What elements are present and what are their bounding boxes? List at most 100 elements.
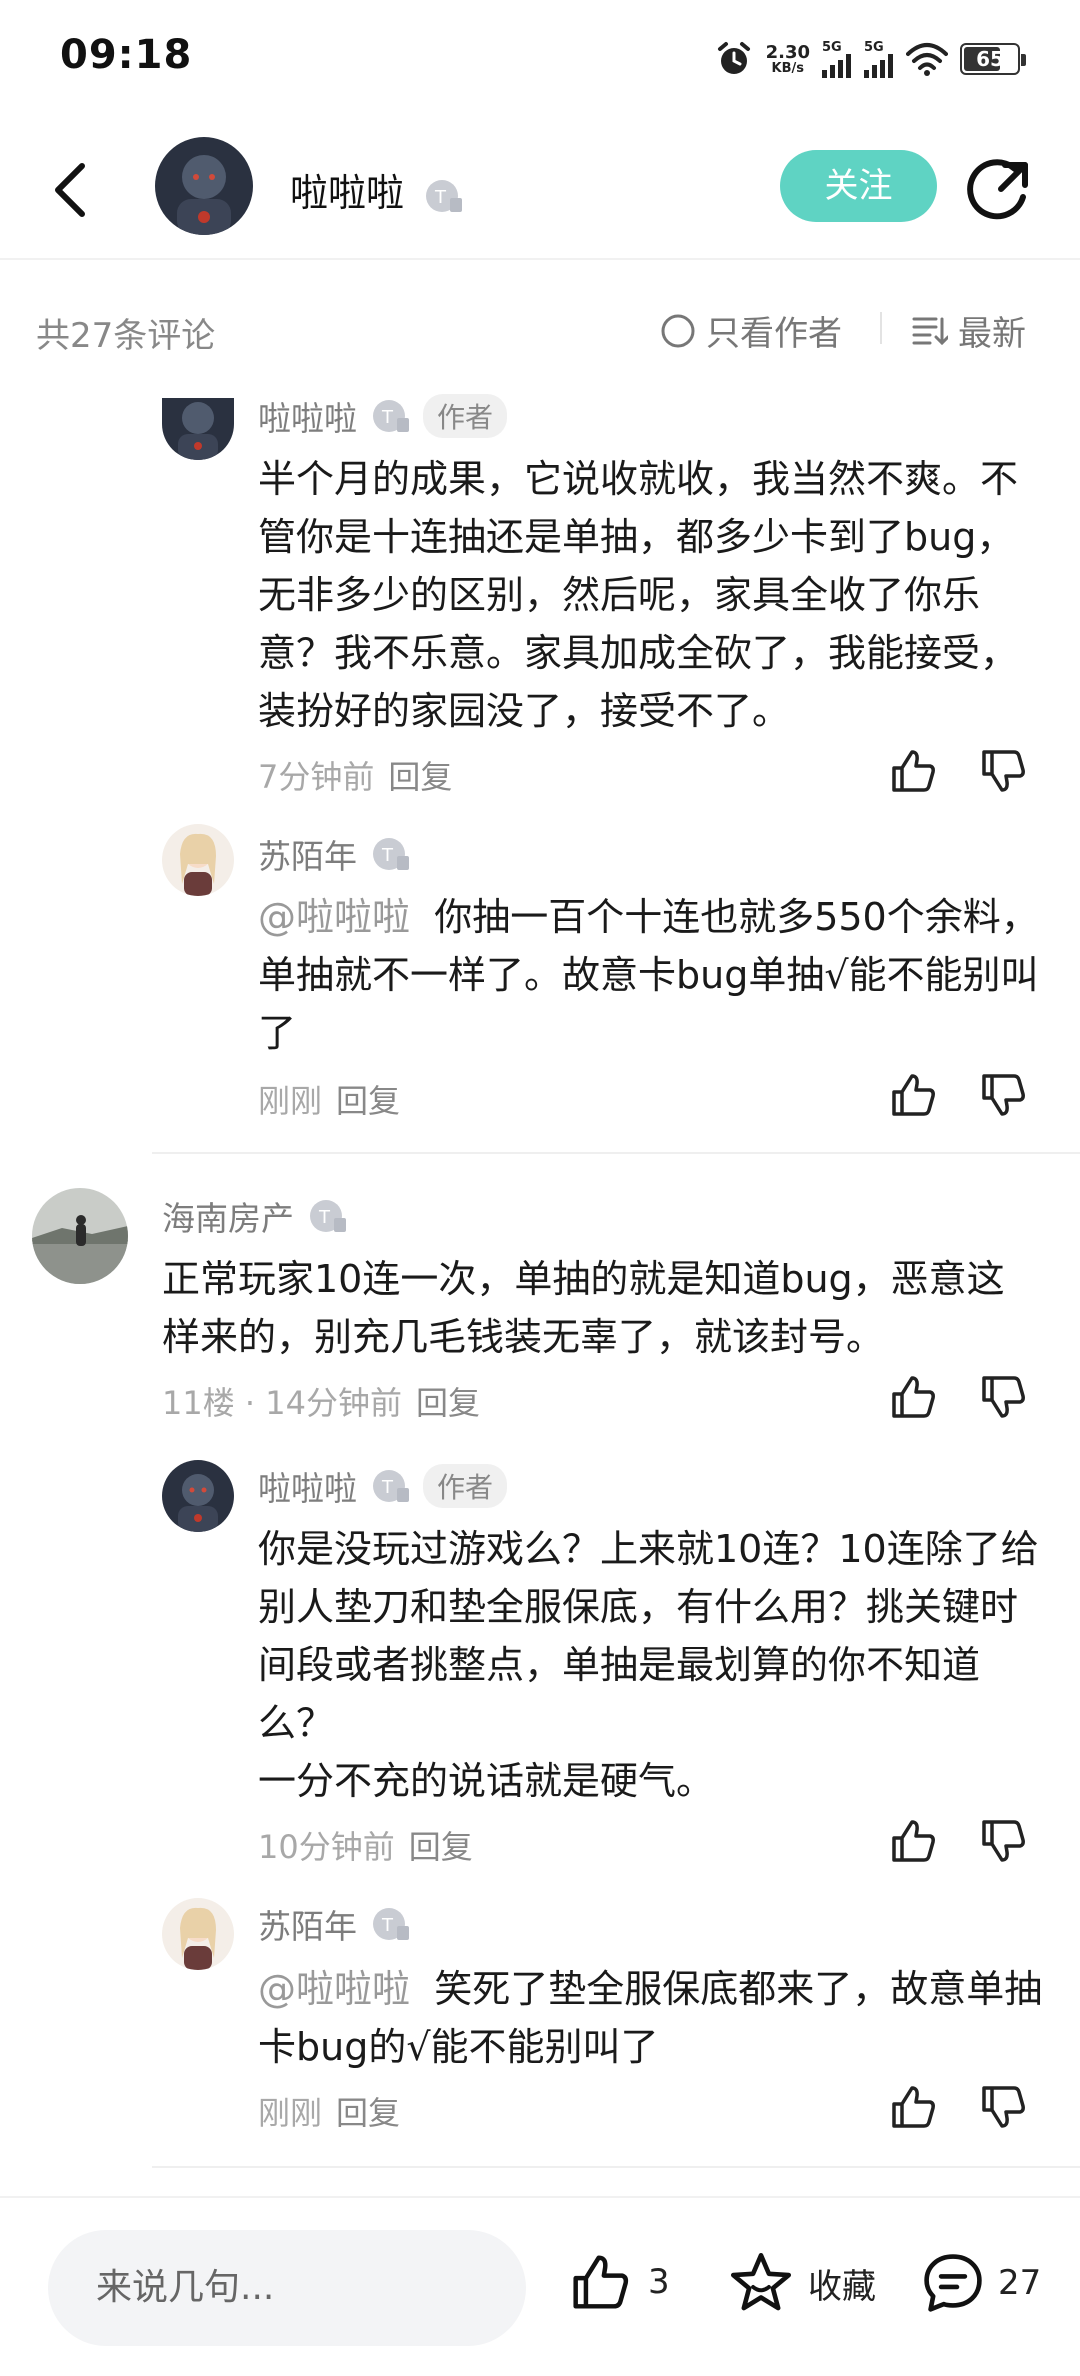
thumbs-up-icon xyxy=(573,2255,629,2309)
comment-text: 半个月的成果，它说收就收，我当然不爽。不管你是十连抽还是单抽，都多少卡到了bug… xyxy=(258,457,1019,733)
comment-author-name: 苏陌年 xyxy=(258,837,357,876)
reply-comment: 苏陌年 T @啦啦啦 笑死了垫全服保底都来了，故意单抽卡bug的√能不能别叫了 … xyxy=(0,1894,1080,2144)
status-time: 09:18 xyxy=(60,32,193,78)
reply-button[interactable]: 回复 xyxy=(388,758,452,796)
avatar[interactable] xyxy=(162,1898,234,1970)
avatar[interactable] xyxy=(162,398,234,460)
level-badge-icon: T xyxy=(373,400,409,432)
reply-button[interactable]: 回复 xyxy=(336,2094,400,2132)
battery-level: 65 xyxy=(976,47,1004,71)
reply-button[interactable]: 回复 xyxy=(336,1082,400,1120)
back-button[interactable] xyxy=(50,155,110,225)
author-name-text: 啦啦啦 xyxy=(290,171,405,215)
comment: 海南房产 T 正常玩家10连一次，单抽的就是知道bug，恶意这样来的，别充几毛钱… xyxy=(0,1186,1080,1446)
comment-author: 啦啦啦 T 作者 xyxy=(258,392,508,440)
follow-button[interactable]: 关注 xyxy=(780,150,937,222)
floor-number: 11楼 xyxy=(162,1384,235,1422)
author-avatar[interactable] xyxy=(155,137,253,235)
thumbs-down-icon[interactable] xyxy=(978,1070,1028,1120)
comment-time: 10分钟前 xyxy=(258,1828,395,1866)
comment-meta: 刚刚 回复 xyxy=(258,1076,400,1122)
thumbs-up-icon[interactable] xyxy=(888,2082,938,2132)
level-badge-icon: T xyxy=(373,1908,409,1940)
star-icon xyxy=(730,2252,792,2311)
comment-author-name: 苏陌年 xyxy=(258,1907,357,1946)
comment-meta: 10分钟前 回复 xyxy=(258,1822,473,1868)
reply-comment: 啦啦啦 T 作者 半个月的成果，它说收就收，我当然不爽。不管你是十连抽还是单抽，… xyxy=(0,394,1080,818)
bottom-action-bar: 来说几句... 3 收藏 27 xyxy=(0,2196,1080,2376)
status-icons: 2.30 KB/s 5G 5G 65 xyxy=(714,34,1026,84)
thumbs-down-icon[interactable] xyxy=(978,746,1028,796)
net-speed: 2.30 KB/s xyxy=(765,41,810,76)
sort-icon xyxy=(912,317,948,345)
share-button[interactable] xyxy=(965,155,1035,225)
comment-author-name: 海南房产 xyxy=(162,1199,294,1238)
level-badge-icon: T xyxy=(310,1200,346,1232)
comment-time: 7分钟前 xyxy=(258,758,375,796)
svg-text:T: T xyxy=(318,1207,331,1228)
svg-text:T: T xyxy=(381,845,394,866)
comment-meta: 7分钟前 回复 xyxy=(258,752,452,798)
favorite-label: 收藏 xyxy=(808,2266,876,2307)
comment-text: @啦啦啦 笑死了垫全服保底都来了，故意单抽卡bug的√能不能别叫了 xyxy=(258,1960,1044,2076)
comment-text: 你是没玩过游戏么？上来就10连？10连除了给别人垫刀和垫全服保底，有什么用？挑关… xyxy=(258,1527,1039,1803)
like-button[interactable]: 3 xyxy=(568,2250,670,2314)
mention[interactable]: @啦啦啦 xyxy=(258,895,410,939)
reply-comment: 啦啦啦 T 作者 你是没玩过游戏么？上来就10连？10连除了给别人垫刀和垫全服保… xyxy=(0,1458,1080,1878)
signal-1: 5G xyxy=(822,41,852,78)
avatar[interactable] xyxy=(162,824,234,896)
svg-text:T: T xyxy=(434,187,447,208)
signal-1-label: 5G xyxy=(822,39,842,55)
chat-bubble-icon xyxy=(924,2254,982,2312)
sort-button[interactable]: 最新 xyxy=(912,306,1026,355)
level-badge-icon: T xyxy=(373,838,409,870)
battery-icon: 65 xyxy=(960,43,1026,75)
comment-count: 27 xyxy=(998,2263,1042,2303)
net-speed-value: 2.30 xyxy=(765,41,810,63)
comment-author: 苏陌年 T xyxy=(258,1900,411,1948)
comment-time: 刚刚 xyxy=(258,1082,323,1120)
share-icon xyxy=(967,159,1028,220)
thumbs-up-icon[interactable] xyxy=(888,1816,938,1866)
comment-meta: 刚刚 回复 xyxy=(258,2088,400,2134)
thumbs-down-icon[interactable] xyxy=(978,2082,1028,2132)
net-speed-unit: KB/s xyxy=(771,60,805,76)
wifi-icon xyxy=(906,43,948,76)
signal-bars-icon xyxy=(822,53,851,78)
signal-2-label: 5G xyxy=(864,39,884,55)
only-author-label: 只看作者 xyxy=(706,314,842,354)
signal-bars-icon xyxy=(864,53,893,78)
comment-text: 正常玩家10连一次，单抽的就是知道bug，恶意这样来的，别充几毛钱装无辜了，就该… xyxy=(162,1257,1005,1359)
post-header: 啦啦啦 T 关注 xyxy=(0,120,1080,260)
comment-author-name: 啦啦啦 xyxy=(258,1469,357,1508)
thumbs-up-icon[interactable] xyxy=(888,1070,938,1120)
level-badge-icon: T xyxy=(426,179,463,212)
divider xyxy=(152,1152,1080,1154)
reply-button[interactable]: 回复 xyxy=(409,1828,473,1866)
thumbs-up-icon[interactable] xyxy=(888,1372,938,1422)
comments-count: 共27条评论 xyxy=(36,316,216,356)
avatar[interactable] xyxy=(162,1460,234,1532)
thumbs-up-icon[interactable] xyxy=(888,746,938,796)
author-tag: 作者 xyxy=(423,1464,508,1508)
signal-2: 5G xyxy=(864,41,894,78)
radio-circle-icon xyxy=(661,314,695,347)
comment-text: @啦啦啦 你抽一百个十连也就多550个余料，单抽就不一样了。故意卡bug单抽√能… xyxy=(258,888,1044,1062)
avatar[interactable] xyxy=(32,1188,128,1284)
sort-label: 最新 xyxy=(958,314,1026,354)
thumbs-down-icon[interactable] xyxy=(978,1372,1028,1422)
divider xyxy=(152,2166,1080,2168)
thumbs-down-icon[interactable] xyxy=(978,1816,1028,1866)
comment-author: 海南房产 T xyxy=(162,1192,348,1240)
comments-button[interactable]: 27 xyxy=(920,2250,1041,2316)
author-name: 啦啦啦 T xyxy=(290,162,464,217)
favorite-button[interactable]: 收藏 xyxy=(728,2250,876,2316)
only-author-filter[interactable]: 只看作者 xyxy=(660,306,842,355)
comment-input[interactable]: 来说几句... xyxy=(48,2230,526,2346)
comment-time: 14分钟前 xyxy=(265,1384,402,1422)
status-bar: 09:18 2.30 KB/s 5G 5G 65 xyxy=(0,0,1080,120)
reply-button[interactable]: 回复 xyxy=(416,1384,480,1422)
comments-toolbar: 共27条评论 只看作者 最新 xyxy=(0,262,1080,398)
like-count: 3 xyxy=(648,2262,670,2302)
mention[interactable]: @啦啦啦 xyxy=(258,1967,410,2011)
